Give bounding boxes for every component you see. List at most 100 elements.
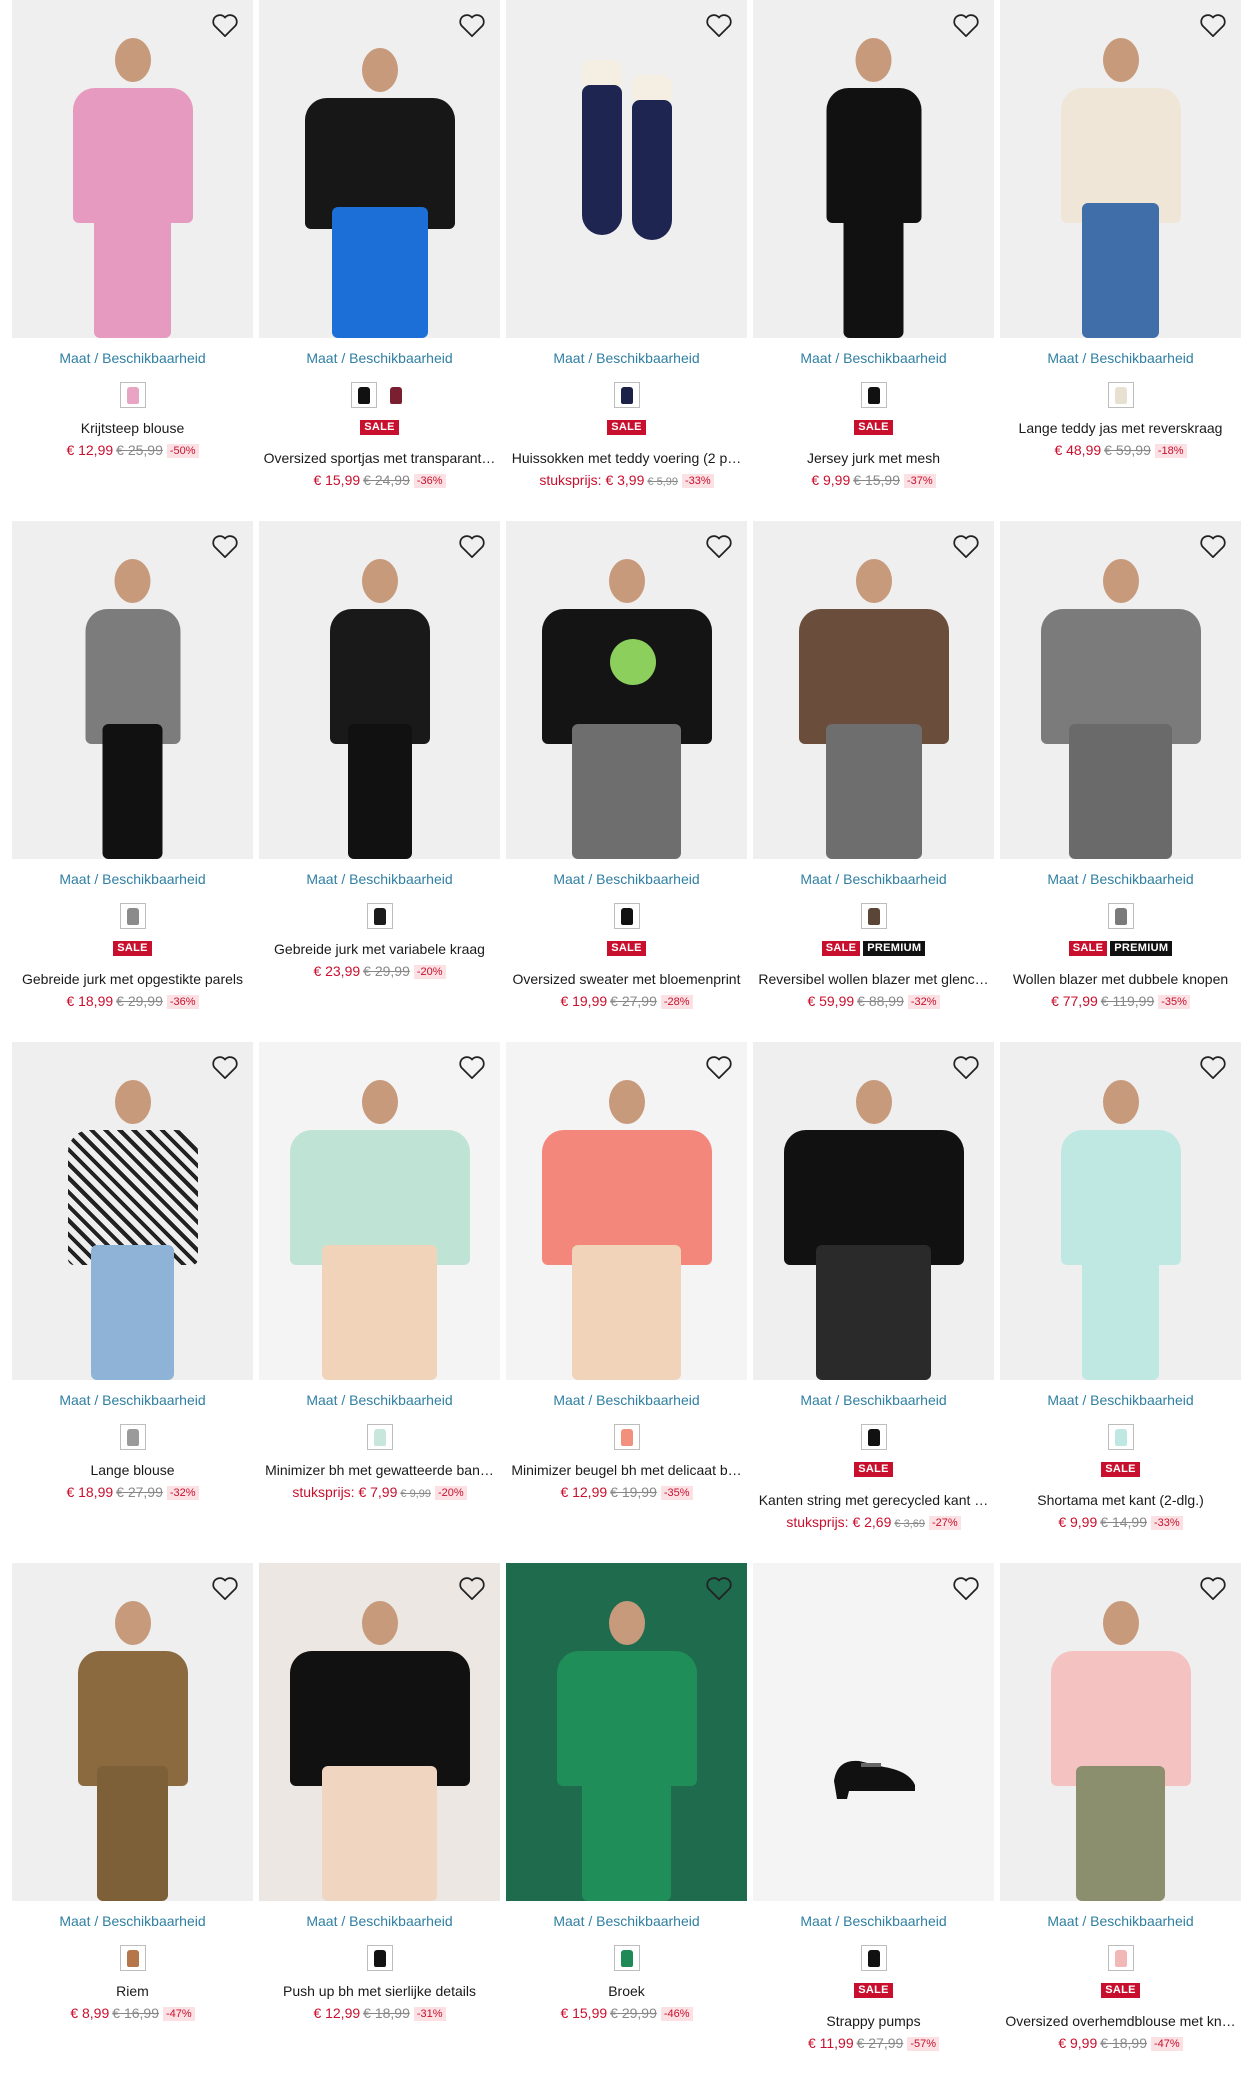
product-name[interactable]: Minimizer bh met gewatteerde ban… — [259, 1462, 500, 1479]
color-swatch[interactable] — [119, 1945, 146, 1971]
wishlist-heart-icon[interactable] — [456, 531, 488, 561]
wishlist-heart-icon[interactable] — [209, 10, 241, 40]
wishlist-heart-icon[interactable] — [1197, 10, 1229, 40]
product-image[interactable] — [753, 1042, 994, 1380]
size-availability-link[interactable]: Maat / Beschikbaarheid — [259, 350, 500, 366]
size-availability-link[interactable]: Maat / Beschikbaarheid — [259, 1392, 500, 1408]
product-image[interactable] — [1000, 0, 1241, 338]
product-card[interactable]: Maat / Beschikbaarheid Minimizer bh met g… — [259, 1042, 500, 1563]
product-card[interactable]: Maat / Beschikbaarheid Broek € 15,99 € 29,9… — [506, 1563, 747, 2084]
color-swatch[interactable] — [119, 382, 146, 408]
wishlist-heart-icon[interactable] — [1197, 1573, 1229, 1603]
product-name[interactable]: Strappy pumps — [753, 2013, 994, 2030]
product-image[interactable] — [259, 0, 500, 338]
product-name[interactable]: Minimizer beugel bh met delicaat b… — [506, 1462, 747, 1479]
size-availability-link[interactable]: Maat / Beschikbaarheid — [12, 350, 253, 366]
wishlist-heart-icon[interactable] — [209, 1052, 241, 1082]
wishlist-heart-icon[interactable] — [456, 10, 488, 40]
color-swatch[interactable] — [366, 903, 393, 929]
product-name[interactable]: Reversibel wollen blazer met glenc… — [753, 971, 994, 988]
product-name[interactable]: Wollen blazer met dubbele knopen — [1000, 971, 1241, 988]
product-card[interactable]: Maat / Beschikbaarheid Lange teddy jas me… — [1000, 0, 1241, 521]
size-availability-link[interactable]: Maat / Beschikbaarheid — [753, 1913, 994, 1929]
product-name[interactable]: Krijtsteep blouse — [12, 420, 253, 437]
color-swatch[interactable] — [613, 382, 640, 408]
product-card[interactable]: Maat / Beschikbaarheid SALE Shortama met k… — [1000, 1042, 1241, 1563]
product-name[interactable]: Shortama met kant (2-dlg.) — [1000, 1492, 1241, 1509]
size-availability-link[interactable]: Maat / Beschikbaarheid — [259, 871, 500, 887]
wishlist-heart-icon[interactable] — [950, 531, 982, 561]
product-name[interactable]: Oversized overhemdblouse met kn… — [1000, 2013, 1241, 2030]
product-name[interactable]: Gebreide jurk met opgestikte parels — [12, 971, 253, 988]
wishlist-heart-icon[interactable] — [950, 1573, 982, 1603]
color-swatch[interactable] — [1107, 1424, 1134, 1450]
product-image[interactable] — [259, 1563, 500, 1901]
product-image[interactable] — [1000, 521, 1241, 859]
product-image[interactable] — [12, 521, 253, 859]
size-availability-link[interactable]: Maat / Beschikbaarheid — [1000, 871, 1241, 887]
product-card[interactable]: Maat / Beschikbaarheid Minimizer beugel b… — [506, 1042, 747, 1563]
color-swatch[interactable] — [119, 1424, 146, 1450]
size-availability-link[interactable]: Maat / Beschikbaarheid — [1000, 1913, 1241, 1929]
size-availability-link[interactable]: Maat / Beschikbaarheid — [1000, 350, 1241, 366]
size-availability-link[interactable]: Maat / Beschikbaarheid — [12, 1913, 253, 1929]
size-availability-link[interactable]: Maat / Beschikbaarheid — [259, 1913, 500, 1929]
wishlist-heart-icon[interactable] — [209, 1573, 241, 1603]
product-name[interactable]: Oversized sweater met bloemenprint — [506, 971, 747, 988]
product-image[interactable] — [12, 0, 253, 338]
product-card[interactable]: Maat / Beschikbaarheid SALE Strappy pumps €… — [753, 1563, 994, 2084]
wishlist-heart-icon[interactable] — [950, 10, 982, 40]
product-image[interactable] — [506, 521, 747, 859]
color-swatch[interactable] — [613, 1945, 640, 1971]
size-availability-link[interactable]: Maat / Beschikbaarheid — [506, 1913, 747, 1929]
color-swatch[interactable] — [366, 1945, 393, 1971]
wishlist-heart-icon[interactable] — [703, 1052, 735, 1082]
wishlist-heart-icon[interactable] — [703, 1573, 735, 1603]
product-name[interactable]: Push up bh met sierlijke details — [259, 1983, 500, 2000]
color-swatch[interactable] — [860, 903, 887, 929]
product-name[interactable]: Gebreide jurk met variabele kraag — [259, 941, 500, 958]
color-swatch[interactable] — [119, 903, 146, 929]
product-card[interactable]: Maat / Beschikbaarheid SALE Huissokken met… — [506, 0, 747, 521]
product-name[interactable]: Kanten string met gerecycled kant … — [753, 1492, 994, 1509]
size-availability-link[interactable]: Maat / Beschikbaarheid — [753, 871, 994, 887]
color-swatch[interactable] — [1107, 903, 1134, 929]
product-image[interactable] — [506, 1563, 747, 1901]
product-image[interactable] — [753, 1563, 994, 1901]
product-image[interactable] — [753, 521, 994, 859]
product-name[interactable]: Lange teddy jas met reverskraag — [1000, 420, 1241, 437]
color-swatch[interactable] — [860, 1424, 887, 1450]
size-availability-link[interactable]: Maat / Beschikbaarheid — [506, 871, 747, 887]
color-swatch[interactable] — [382, 382, 409, 408]
size-availability-link[interactable]: Maat / Beschikbaarheid — [12, 871, 253, 887]
product-name[interactable]: Huissokken met teddy voering (2 p… — [506, 450, 747, 467]
wishlist-heart-icon[interactable] — [703, 531, 735, 561]
wishlist-heart-icon[interactable] — [1197, 531, 1229, 561]
wishlist-heart-icon[interactable] — [209, 531, 241, 561]
size-availability-link[interactable]: Maat / Beschikbaarheid — [12, 1392, 253, 1408]
product-image[interactable] — [12, 1563, 253, 1901]
product-image[interactable] — [259, 1042, 500, 1380]
product-card[interactable]: Maat / Beschikbaarheid SALE Oversized over… — [1000, 1563, 1241, 2084]
color-swatch[interactable] — [613, 1424, 640, 1450]
product-card[interactable]: Maat / Beschikbaarheid SALE Kanten string … — [753, 1042, 994, 1563]
product-image[interactable] — [259, 521, 500, 859]
color-swatch[interactable] — [860, 382, 887, 408]
wishlist-heart-icon[interactable] — [950, 1052, 982, 1082]
product-card[interactable]: Maat / Beschikbaarheid Gebreide jurk met … — [259, 521, 500, 1042]
product-name[interactable]: Lange blouse — [12, 1462, 253, 1479]
color-swatch[interactable] — [1107, 382, 1134, 408]
color-swatch[interactable] — [1107, 1945, 1134, 1971]
product-card[interactable]: Maat / Beschikbaarheid SALE PREMIUM Wollen … — [1000, 521, 1241, 1042]
wishlist-heart-icon[interactable] — [703, 10, 735, 40]
size-availability-link[interactable]: Maat / Beschikbaarheid — [506, 350, 747, 366]
product-card[interactable]: Maat / Beschikbaarheid SALE Oversized spor… — [259, 0, 500, 521]
product-card[interactable]: Maat / Beschikbaarheid SALE Gebreide jurk … — [12, 521, 253, 1042]
color-swatch[interactable] — [613, 903, 640, 929]
wishlist-heart-icon[interactable] — [456, 1052, 488, 1082]
product-card[interactable]: Maat / Beschikbaarheid SALE Jersey jurk me… — [753, 0, 994, 521]
size-availability-link[interactable]: Maat / Beschikbaarheid — [753, 1392, 994, 1408]
product-image[interactable] — [506, 1042, 747, 1380]
size-availability-link[interactable]: Maat / Beschikbaarheid — [1000, 1392, 1241, 1408]
product-image[interactable] — [506, 0, 747, 338]
